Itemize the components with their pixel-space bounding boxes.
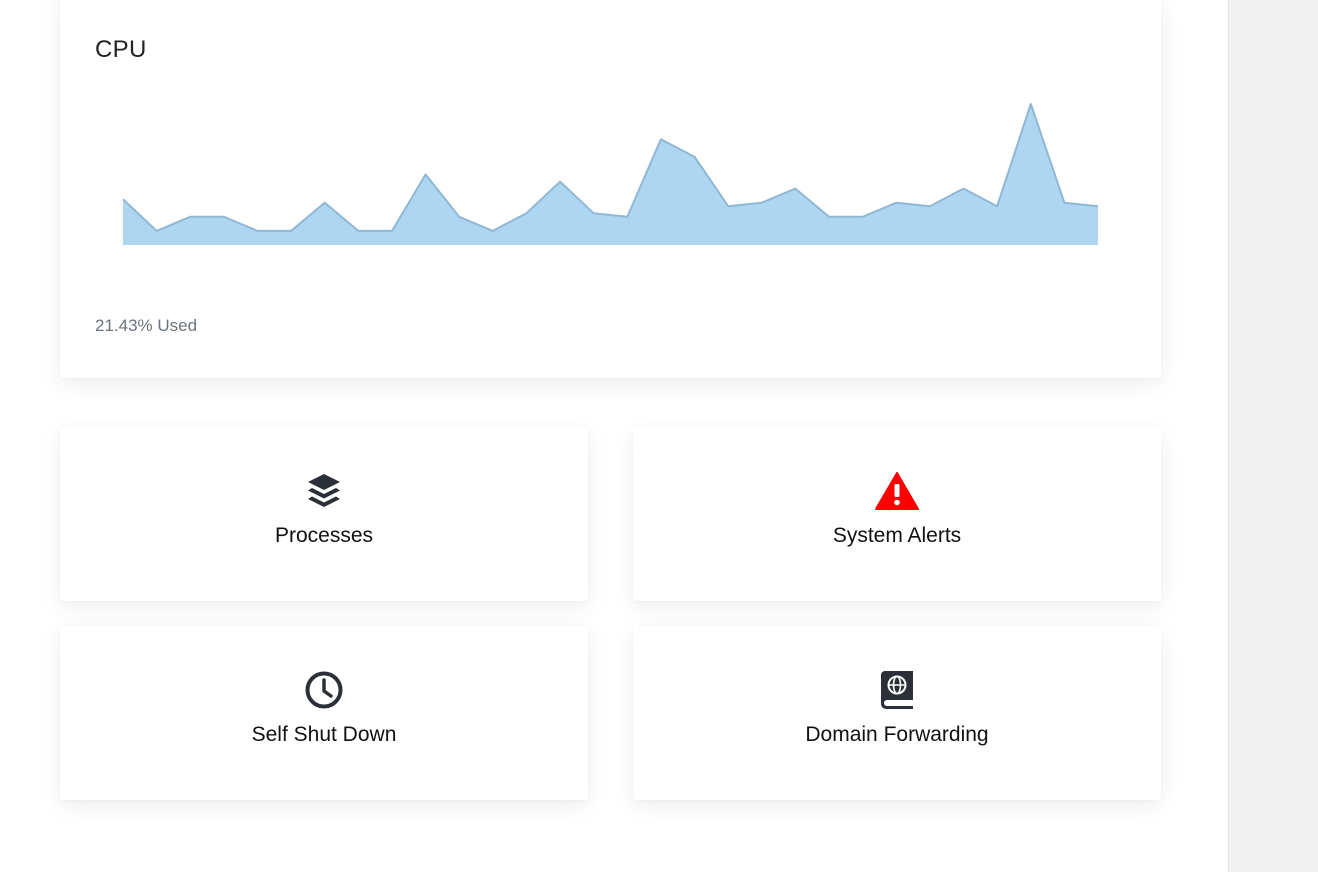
cpu-usage-chart: [120, 101, 1101, 245]
cpu-data-point: [860, 214, 866, 220]
cpu-data-point: [961, 186, 967, 192]
cpu-data-point: [120, 196, 126, 202]
domain-forwarding-tile[interactable]: Domain Forwarding: [633, 626, 1161, 800]
cpu-data-point: [624, 214, 630, 220]
self-shut-down-tile[interactable]: Self Shut Down: [60, 626, 588, 800]
cpu-data-point: [187, 214, 193, 220]
cpu-data-point: [557, 179, 563, 185]
cpu-data-point: [1095, 203, 1101, 209]
cpu-data-point: [658, 136, 664, 142]
domain-forwarding-label: Domain Forwarding: [805, 723, 989, 746]
right-gutter: [1228, 0, 1318, 872]
cpu-data-point: [221, 214, 227, 220]
cpu-data-point: [591, 210, 597, 216]
cpu-data-point: [826, 214, 832, 220]
cpu-data-point: [389, 228, 395, 234]
cpu-area-fill: [123, 104, 1098, 245]
processes-tile[interactable]: Processes: [60, 427, 588, 601]
cpu-data-point: [355, 228, 361, 234]
cpu-data-point: [927, 203, 933, 209]
cpu-data-point: [893, 200, 899, 206]
cpu-data-point: [322, 200, 328, 206]
cpu-data-point: [1061, 200, 1067, 206]
system-alerts-label: System Alerts: [832, 524, 962, 547]
cpu-data-point: [692, 154, 698, 160]
cpu-data-point: [255, 228, 261, 234]
cpu-card: CPU 21.43% Used: [60, 0, 1161, 378]
cpu-usage-text: 21.43% Used: [95, 316, 198, 335]
dashboard-main: CPU 21.43% Used Processes System Alerts: [0, 0, 1228, 872]
cpu-data-point: [1028, 101, 1034, 107]
cpu-data-point: [725, 203, 731, 209]
cpu-data-point: [423, 172, 429, 178]
warning-triangle-icon: [633, 471, 1161, 511]
system-alerts-tile[interactable]: System Alerts: [633, 427, 1161, 601]
clock-icon: [60, 670, 588, 710]
cpu-data-point: [490, 228, 496, 234]
processes-label: Processes: [274, 524, 374, 547]
globe-book-icon: [633, 670, 1161, 710]
cpu-data-point: [759, 200, 765, 206]
cpu-data-point: [994, 203, 1000, 209]
cpu-data-point: [792, 186, 798, 192]
self-shut-down-label: Self Shut Down: [251, 723, 397, 746]
layers-icon: [60, 471, 588, 511]
cpu-data-point: [523, 210, 529, 216]
cpu-data-point: [456, 214, 462, 220]
cpu-data-point: [288, 228, 294, 234]
cpu-data-point: [154, 228, 160, 234]
